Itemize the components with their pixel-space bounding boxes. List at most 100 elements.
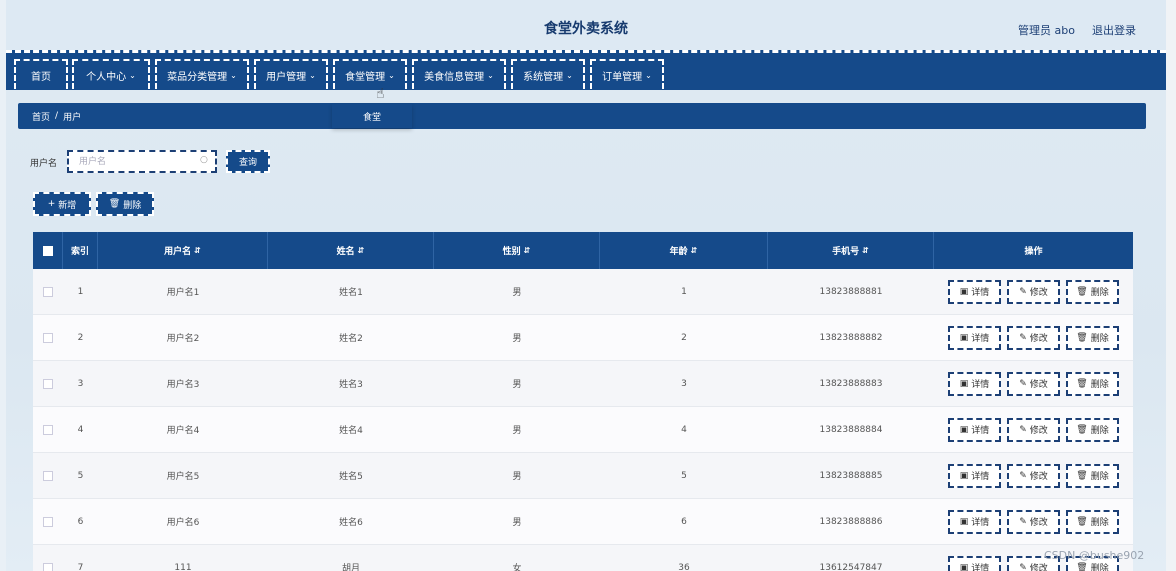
cell-age: 6: [681, 516, 687, 527]
row-checkbox[interactable]: [43, 470, 53, 481]
header-actions-label: 操作: [1024, 247, 1043, 257]
search-icon: ○: [200, 155, 208, 165]
detail-button[interactable]: ▣ 详情: [948, 417, 1001, 442]
user-table: 索引 用户名 ⇵ 姓名 ⇵ 性别 ⇵ 年龄 ⇵ 手机号 ⇵ 操作 1 用户名1 姓名1 男 1 13…: [33, 232, 1133, 571]
nav-item-order-management[interactable]: 订单管理 ⌄: [590, 59, 664, 89]
header-gender[interactable]: 性别 ⇵: [434, 232, 600, 269]
table-row: 3 用户名3 姓名3 男 3 13823888883 ▣ 详情 ✎ 修改 🗑 删除: [33, 361, 1133, 407]
cell-name: 姓名1: [339, 288, 363, 298]
delete-button[interactable]: 🗑 删除: [1066, 463, 1119, 488]
trash-icon: 🗑: [1076, 562, 1088, 571]
row-select-cell: [33, 361, 63, 406]
main-nav: 首页 个人中心 ⌄ 菜品分类管理 ⌄ 用户管理 ⌄ 食堂管理 ⌄ 美食信息管理 …: [6, 50, 1166, 90]
add-button-label: 新增: [58, 200, 77, 211]
header-actions: 操作: [934, 232, 1133, 269]
cell-username: 用户名4: [166, 426, 200, 436]
select-all-checkbox[interactable]: [42, 245, 53, 256]
edit-button[interactable]: ✎ 修改: [1007, 325, 1060, 350]
query-button[interactable]: 查询: [226, 150, 270, 173]
cell-phone: 13823888886: [819, 516, 883, 527]
detail-button[interactable]: ▣ 详情: [948, 509, 1001, 534]
breadcrumb: 首页 / 用户: [18, 103, 1146, 129]
cell-gender: 男: [512, 334, 522, 344]
delete-button[interactable]: 🗑 删除: [1066, 371, 1119, 396]
trash-icon: 🗑: [1076, 424, 1088, 435]
cell-index: 4: [77, 424, 84, 435]
detail-button[interactable]: ▣ 详情: [948, 279, 1001, 304]
cell-index: 6: [77, 516, 84, 527]
cell-phone: 13823888884: [819, 424, 883, 435]
nav-item-canteen-management[interactable]: 食堂管理 ⌄: [333, 59, 407, 89]
detail-button[interactable]: ▣ 详情: [948, 371, 1001, 396]
breadcrumb-home[interactable]: 首页: [32, 110, 50, 123]
table-row: 2 用户名2 姓名2 男 2 13823888882 ▣ 详情 ✎ 修改 🗑 删除: [33, 315, 1133, 361]
cell-index: 5: [77, 470, 84, 481]
scrollbar[interactable]: [1166, 0, 1176, 571]
sort-icon: ⇵: [194, 246, 201, 255]
cell-phone: 13823888885: [819, 470, 883, 481]
dropdown-item-canteen[interactable]: 食堂: [332, 104, 412, 128]
nav-item-label: 菜品分类管理: [167, 71, 228, 83]
nav-item-personal-center[interactable]: 个人中心 ⌄: [72, 59, 150, 89]
delete-button[interactable]: 🗑 删除: [1066, 509, 1119, 534]
delete-button[interactable]: 🗑 删除: [1066, 279, 1119, 304]
cell-phone: 13612547847: [819, 562, 883, 571]
cell-username: 用户名2: [166, 334, 200, 344]
edit-icon: ✎: [1019, 516, 1027, 527]
detail-icon: ▣: [959, 378, 969, 389]
nav-item-user-management[interactable]: 用户管理 ⌄: [254, 59, 328, 89]
add-button[interactable]: + 新增: [33, 192, 91, 216]
select-all-cell: [33, 232, 63, 269]
cell-actions: ▣ 详情 ✎ 修改 🗑 删除: [934, 499, 1133, 544]
table-row: 7 111 胡月 女 36 13612547847 ▣ 详情 ✎ 修改 🗑 删除: [33, 545, 1133, 571]
detail-label: 详情: [971, 426, 990, 436]
edit-button[interactable]: ✎ 修改: [1007, 509, 1060, 534]
detail-button[interactable]: ▣ 详情: [948, 325, 1001, 350]
cell-actions: ▣ 详情 ✎ 修改 🗑 删除: [934, 361, 1133, 406]
edit-button[interactable]: ✎ 修改: [1007, 371, 1060, 396]
row-checkbox[interactable]: [43, 424, 53, 435]
delete-button[interactable]: 🗑 删除: [1066, 325, 1119, 350]
row-checkbox[interactable]: [43, 286, 53, 297]
nav-item-system-management[interactable]: 系统管理 ⌄: [511, 59, 585, 89]
cell-actions: ▣ 详情 ✎ 修改 🗑 删除: [934, 453, 1133, 498]
edit-button[interactable]: ✎ 修改: [1007, 463, 1060, 488]
header-phone[interactable]: 手机号 ⇵: [768, 232, 934, 269]
detail-icon: ▣: [959, 516, 969, 527]
header-age[interactable]: 年龄 ⇵: [600, 232, 768, 269]
header-index-label: 索引: [70, 247, 89, 257]
nav-item-label: 订单管理: [602, 71, 643, 83]
chevron-down-icon: ⌄: [645, 70, 652, 80]
edit-button[interactable]: ✎ 修改: [1007, 417, 1060, 442]
edit-icon: ✎: [1019, 424, 1027, 435]
row-checkbox[interactable]: [43, 516, 53, 527]
header-name[interactable]: 姓名 ⇵: [268, 232, 434, 269]
delete-button[interactable]: 🗑 删除: [1066, 417, 1119, 442]
detail-button[interactable]: ▣ 详情: [948, 555, 1001, 571]
cell-username: 用户名1: [166, 288, 200, 298]
chevron-down-icon: ⌄: [309, 70, 316, 80]
chevron-down-icon: ⌄: [487, 70, 494, 80]
edit-button[interactable]: ✎ 修改: [1007, 279, 1060, 304]
row-checkbox[interactable]: [43, 332, 53, 343]
app-title: 食堂外卖系统: [544, 21, 628, 37]
delete-label: 删除: [1090, 380, 1109, 390]
nav-item-dish-category[interactable]: 菜品分类管理 ⌄: [155, 59, 249, 89]
detail-button[interactable]: ▣ 详情: [948, 463, 1001, 488]
nav-item-food-info[interactable]: 美食信息管理 ⌄: [412, 59, 506, 89]
row-checkbox[interactable]: [43, 378, 53, 389]
sort-icon: ⇵: [523, 246, 531, 255]
detail-label: 详情: [971, 334, 990, 344]
delete-label: 删除: [1090, 518, 1109, 528]
header-username[interactable]: 用户名 ⇵: [98, 232, 268, 269]
row-checkbox[interactable]: [43, 562, 53, 571]
table-row: 4 用户名4 姓名4 男 4 13823888884 ▣ 详情 ✎ 修改 🗑 删除: [33, 407, 1133, 453]
header-phone-label: 手机号: [832, 247, 860, 257]
nav-item-home[interactable]: 首页: [14, 59, 68, 89]
page: 食堂外卖系统 管理员 abo 退出登录 首页 个人中心 ⌄ 菜品分类管理 ⌄ 用…: [0, 0, 1176, 571]
logout-link[interactable]: 退出登录: [1092, 22, 1136, 38]
delete-label: 删除: [1090, 426, 1109, 436]
cell-username: 用户名3: [166, 380, 200, 390]
username-search-input[interactable]: [67, 150, 217, 173]
batch-delete-button[interactable]: 🗑 删除: [96, 192, 154, 216]
